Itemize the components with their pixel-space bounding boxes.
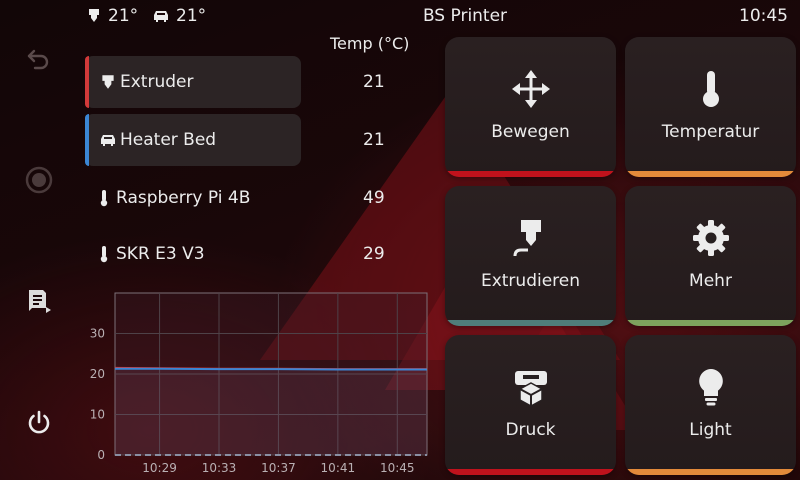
tile-label: Mehr	[689, 271, 732, 291]
bed-accent	[85, 114, 89, 166]
power-button[interactable]	[14, 397, 64, 447]
temp-row-raspberry-pi: Raspberry Pi 4B 49	[85, 172, 385, 224]
tile-bewegen[interactable]: Bewegen	[445, 37, 616, 177]
clock: 10:45	[739, 6, 788, 26]
temp-row-skr: SKR E3 V3 29	[85, 228, 385, 280]
y-tick-label: 20	[90, 367, 105, 381]
series-area	[115, 368, 427, 455]
series-line-heater-bed	[115, 367, 427, 371]
top-bar: 21° 21° BS Printer 10:45	[0, 0, 800, 32]
tile-label: Temperatur	[661, 122, 760, 142]
x-tick-label: 10:29	[142, 461, 177, 475]
tile-accent-bar	[445, 320, 616, 326]
thermometer-icon	[100, 190, 108, 207]
move-icon	[511, 70, 550, 108]
gear-icon	[692, 220, 729, 256]
tile-label: Light	[689, 420, 732, 440]
console-button[interactable]	[14, 276, 64, 326]
tile-light[interactable]: Light	[625, 335, 796, 475]
temp-row-value: 21	[363, 130, 385, 150]
temp-row-value: 49	[363, 188, 385, 208]
extruder-icon	[102, 75, 114, 89]
temp-row-label: Raspberry Pi 4B	[116, 188, 251, 208]
temperature-graph: 0 10 20 30 10:29 10:33 10:37 10:41 10:45	[90, 292, 428, 475]
tile-mehr[interactable]: Mehr	[625, 186, 796, 326]
tile-label: Druck	[505, 420, 556, 440]
tile-accent-bar	[625, 320, 796, 326]
emergency-stop-icon	[25, 166, 53, 194]
tile-accent-bar	[445, 469, 616, 475]
x-tick-label: 10:45	[380, 461, 415, 475]
bulb-icon	[698, 369, 723, 406]
thermometer-icon	[100, 246, 108, 263]
tile-accent-bar	[625, 171, 796, 177]
tile-accent-bar	[445, 171, 616, 177]
temp-row-label: Extruder	[120, 72, 194, 92]
back-button[interactable]	[14, 34, 64, 84]
tile-extrudieren[interactable]: Extrudieren	[445, 186, 616, 326]
printer-title: BS Printer	[422, 6, 508, 26]
temp-row-value: 21	[363, 72, 385, 92]
y-tick-label: 30	[90, 327, 105, 341]
thermometer-icon	[702, 71, 719, 107]
x-tick-label: 10:37	[261, 461, 296, 475]
temp-row-value: 29	[363, 244, 385, 264]
temp-row-extruder[interactable]: Extruder 21	[85, 56, 385, 108]
tile-temperatur[interactable]: Temperatur	[625, 37, 796, 177]
temp-row-label: SKR E3 V3	[116, 244, 205, 264]
y-tick-label: 10	[90, 408, 105, 422]
extruder-accent	[85, 56, 89, 108]
y-tick-label: 0	[97, 448, 105, 462]
emergency-stop-button[interactable]	[14, 155, 64, 205]
tile-accent-bar	[625, 469, 796, 475]
temp-row-label: Heater Bed	[120, 130, 217, 150]
power-icon	[28, 410, 50, 434]
console-icon	[29, 290, 51, 313]
tile-druck[interactable]: Druck	[445, 335, 616, 475]
temp-column-header: Temp (°C)	[330, 34, 410, 53]
back-icon	[27, 49, 49, 70]
x-tick-label: 10:41	[321, 461, 356, 475]
bed-icon	[101, 135, 115, 146]
temp-row-heater-bed[interactable]: Heater Bed 21	[85, 114, 385, 166]
extrude-icon	[513, 220, 541, 257]
tile-label: Bewegen	[491, 122, 570, 142]
x-tick-label: 10:33	[202, 461, 237, 475]
print-icon	[514, 371, 547, 407]
tile-label: Extrudieren	[480, 271, 581, 291]
